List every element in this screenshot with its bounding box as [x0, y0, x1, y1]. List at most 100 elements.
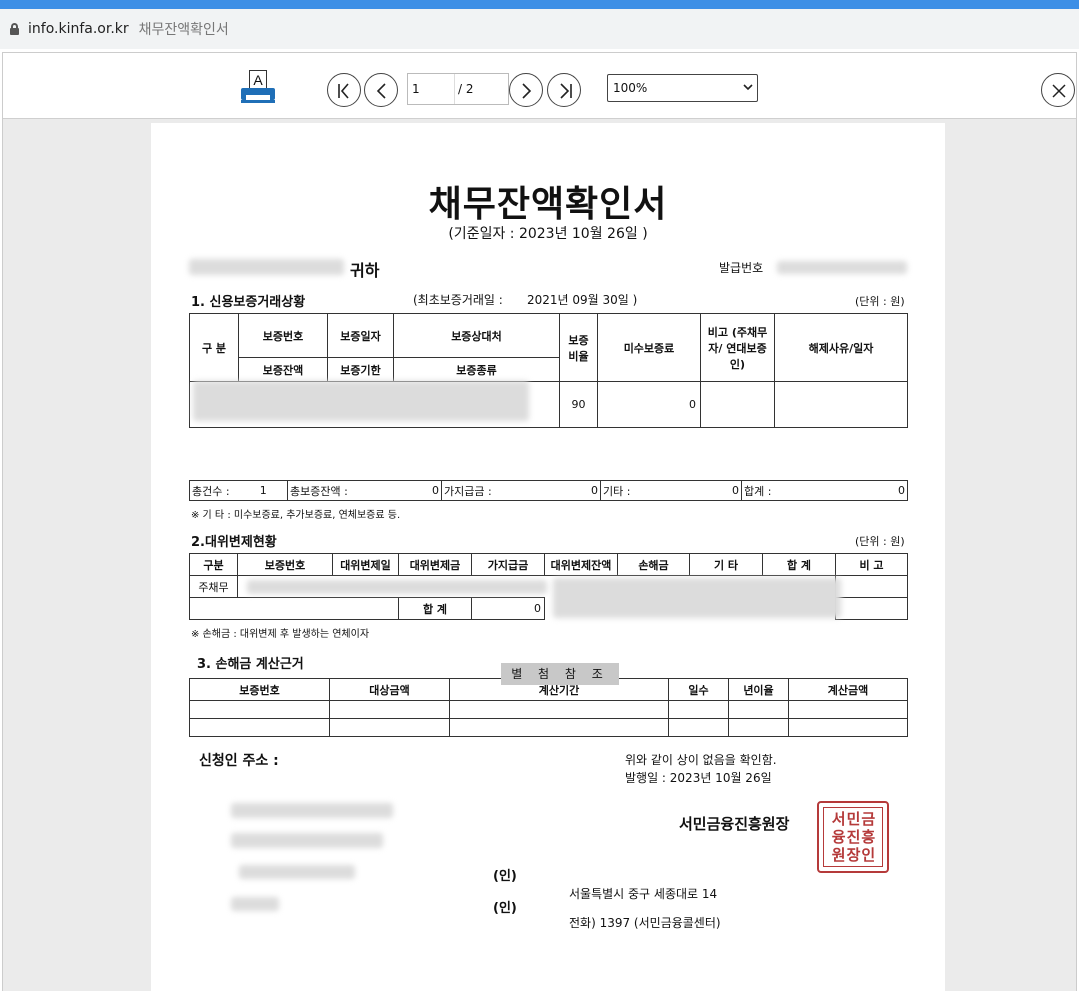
col-balance: 보증잔액: [238, 357, 328, 382]
viewer-toolbar: A / 2 100%: [3, 53, 1076, 119]
issuer-name: 서민금융진흥원장: [679, 815, 790, 833]
section2-title: 2.대위변제현황: [191, 535, 277, 550]
s2-col-balance: 대위변제잔액: [544, 553, 618, 576]
sum-balance: 0: [357, 480, 442, 501]
s2-col-etc: 기 타: [689, 553, 763, 576]
s2-row-gubun: 주채무: [189, 575, 238, 598]
col-note: 비고 (주채무자/ 연대보증인): [700, 313, 775, 382]
s3-col-calc: 계산금액: [788, 678, 908, 701]
print-button[interactable]: A: [239, 70, 277, 110]
last-page-icon: [560, 83, 572, 99]
page-number-input[interactable]: [408, 74, 455, 104]
document-title: 채무잔액확인서: [428, 184, 668, 225]
row-note: [700, 381, 775, 428]
next-page-button[interactable]: [509, 73, 543, 107]
col-counterparty: 보증상대처: [393, 313, 560, 358]
section1-title: 1. 신용보증거래상황: [191, 295, 306, 310]
s2-col-prov: 가지급금: [471, 553, 545, 576]
issue-number-label: 발급번호: [719, 261, 764, 275]
s3-cell: [329, 718, 450, 737]
sum-prov: 0: [501, 480, 601, 501]
sum-count-label: 총건수 :: [192, 484, 230, 498]
col-guarantee-no: 보증번호: [238, 313, 328, 358]
sum-etc: 0: [645, 480, 742, 501]
issue-number-redacted: [777, 261, 907, 274]
issuer-phone: 전화) 1397 (서민금융콜센터): [569, 916, 721, 930]
col-term: 보증기한: [327, 357, 394, 382]
issuer-address: 서울특별시 중구 세종대로 14: [569, 887, 718, 901]
first-page-button[interactable]: [327, 73, 361, 107]
s3-col-days: 일수: [668, 678, 729, 701]
s3-cell: [728, 700, 789, 719]
section1-note: ※ 기 타 : 미수보증료, 추가보증료, 연체보증료 등.: [191, 510, 401, 521]
address-bar[interactable]: info.kinfa.or.kr 채무잔액확인서: [0, 9, 1079, 49]
viewer-frame: A / 2 100% 채무잔액확인서 (기준일자: [2, 52, 1077, 992]
s3-cell: [449, 718, 669, 737]
document-page: 채무잔액확인서 (기준일자 : 2023년 10월 26일 ) 귀하 발급번호 …: [151, 123, 945, 992]
seal-text: 서민금융진흥원장인: [831, 810, 877, 864]
print-paper-icon: A: [249, 70, 267, 90]
subrogation-row-redacted: [247, 580, 547, 594]
s2-col-amount: 대위변제금: [398, 553, 472, 576]
sum-balance-label: 총보증잔액 :: [290, 484, 348, 498]
page-indicator: / 2: [407, 73, 509, 105]
zoom-select[interactable]: 100%: [607, 74, 758, 102]
prev-page-button[interactable]: [364, 73, 398, 107]
col-ratio: 보증 비율: [559, 313, 598, 382]
confirm-text: 위와 같이 상이 없음을 확인함.: [625, 753, 777, 767]
s3-col-no: 보증번호: [189, 678, 330, 701]
applicant-line4-redacted: [231, 897, 279, 911]
s3-cell: [189, 700, 330, 719]
subrogation-values-redacted: [553, 578, 841, 618]
sum-count: 1: [239, 480, 288, 501]
s2-col-note: 비 고: [835, 553, 908, 576]
guarantee-row-redacted: [193, 381, 529, 421]
s3-cell: [788, 700, 908, 719]
first-deal-date: 2021년 09월 30일 ): [527, 293, 638, 307]
last-page-button[interactable]: [547, 73, 581, 107]
s3-cell: [329, 700, 450, 719]
s3-cell: [728, 718, 789, 737]
official-seal: 서민금융진흥원장인: [817, 801, 889, 873]
s2-col-no: 보증번호: [237, 553, 333, 576]
close-button[interactable]: [1041, 73, 1075, 107]
s3-cell: [668, 718, 729, 737]
url-host: info.kinfa.or.kr: [28, 21, 129, 37]
s3-col-amount: 대상금액: [329, 678, 450, 701]
row-unpaid: 0: [597, 381, 701, 428]
base-date: (기준일자 : 2023년 10월 26일 ): [448, 226, 648, 242]
s3-cell: [788, 718, 908, 737]
browser-top-accent: [0, 0, 1079, 9]
sum-total: 0: [898, 484, 905, 497]
sum-etc-label: 기타 :: [603, 484, 631, 498]
seal-mark-1: (인): [493, 869, 517, 884]
issue-date: 발행일 : 2023년 10월 26일: [625, 771, 772, 785]
col-release: 해제사유/일자: [774, 313, 908, 382]
row-release: [774, 381, 908, 428]
chevron-right-icon: [522, 83, 532, 99]
sum-prov-label: 가지급금 :: [444, 484, 492, 498]
s3-cell: [189, 718, 330, 737]
zoom-value: 100%: [613, 81, 648, 95]
s2-col-gubun: 구분: [189, 553, 238, 576]
s2-total-label: 합 계: [398, 597, 472, 620]
s2-total-cell: [835, 597, 908, 620]
first-deal-label: (최초보증거래일 :: [413, 293, 503, 307]
close-icon: [1052, 84, 1066, 98]
damage-calc-table: 보증번호 대상금액 계산기간 일수 년이율 계산금액: [189, 678, 908, 737]
attached-reference-badge: 별 첨 참 조: [501, 663, 619, 685]
s2-col-date: 대위변제일: [332, 553, 399, 576]
s3-cell: [668, 700, 729, 719]
s3-cell: [449, 700, 669, 719]
applicant-address-label: 신청인 주소 :: [199, 753, 279, 769]
s2-total-prov: 0: [471, 597, 545, 620]
first-page-icon: [338, 83, 349, 99]
s2-row-cell: [835, 575, 908, 598]
page-title: 채무잔액확인서: [138, 22, 229, 38]
section3-title: 3. 손해금 계산근거: [197, 657, 304, 672]
chevron-down-icon: [743, 84, 753, 91]
s2-col-damage: 손해금: [617, 553, 690, 576]
sum-total-label: 합계 :: [744, 484, 772, 498]
col-unpaid-fee: 미수보증료: [597, 313, 701, 382]
col-kind: 보증종류: [393, 357, 560, 382]
